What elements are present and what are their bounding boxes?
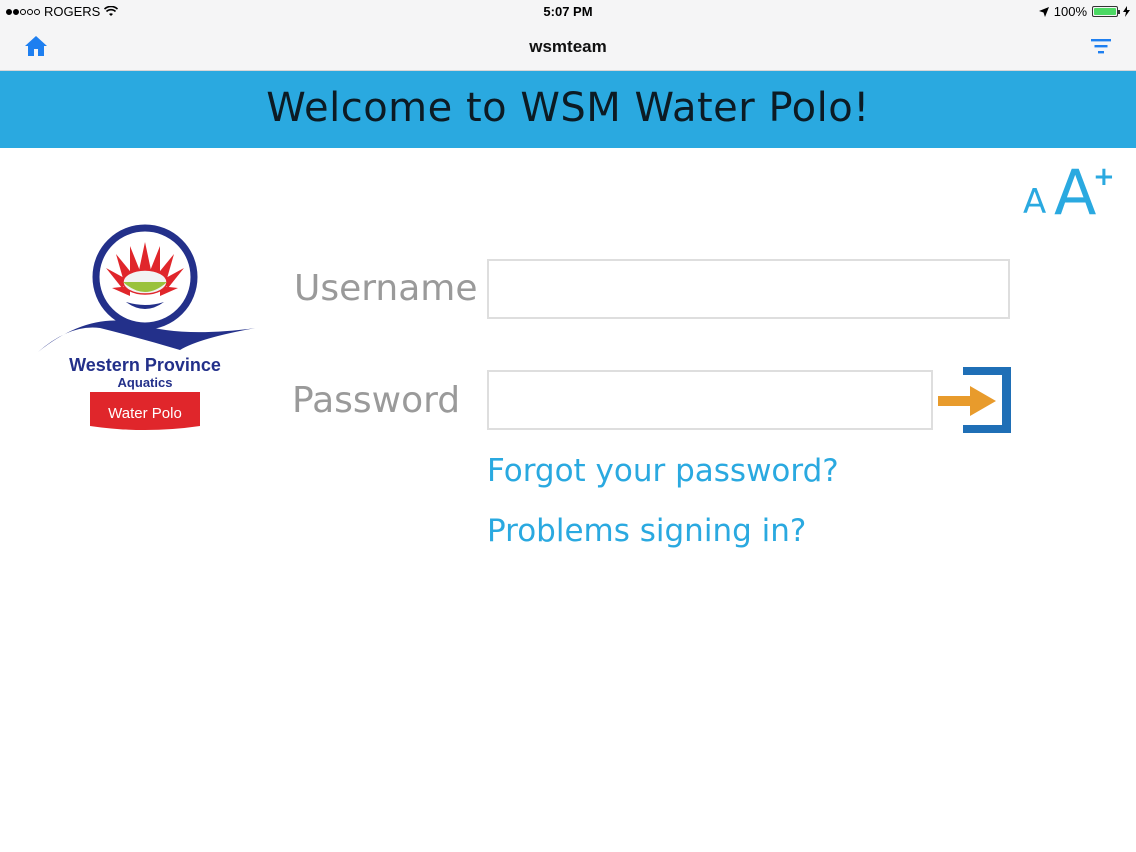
page-title: Welcome to WSM Water Polo! [266,85,870,131]
location-arrow-icon [1038,6,1049,17]
logo-line2: Aquatics [118,375,173,390]
battery-icon [1092,6,1120,17]
status-time: 5:07 PM [543,4,593,19]
sign-in-button[interactable] [934,364,1014,436]
logo-line1: Western Province [69,355,221,375]
forgot-password-link[interactable]: Forgot your password? [487,453,839,489]
font-size-small-label: A [1023,182,1047,222]
filter-icon[interactable] [1090,36,1112,56]
font-size-toggle-button[interactable]: A A + [1020,156,1120,229]
nav-bar: wsmteam [0,24,1136,71]
charging-bolt-icon [1123,6,1130,17]
western-province-aquatics-logo: Western Province Aquatics Water Polo [38,224,256,430]
username-input[interactable] [487,259,1010,319]
font-size-large-label: A [1054,156,1097,229]
battery-percent: 100% [1053,4,1087,19]
password-input[interactable] [487,370,933,430]
status-right: 100% [1038,4,1130,19]
username-label: Username [294,268,478,309]
status-bar: ROGERS 5:07 PM 100% [0,0,1136,24]
password-label: Password [292,380,461,421]
logo-line3: Water Polo [108,405,182,422]
nav-title: wsmteam [529,37,607,56]
problems-signing-in-link[interactable]: Problems signing in? [487,513,806,549]
welcome-banner: Welcome to WSM Water Polo! [0,71,1136,148]
font-size-plus-label: + [1093,162,1115,192]
